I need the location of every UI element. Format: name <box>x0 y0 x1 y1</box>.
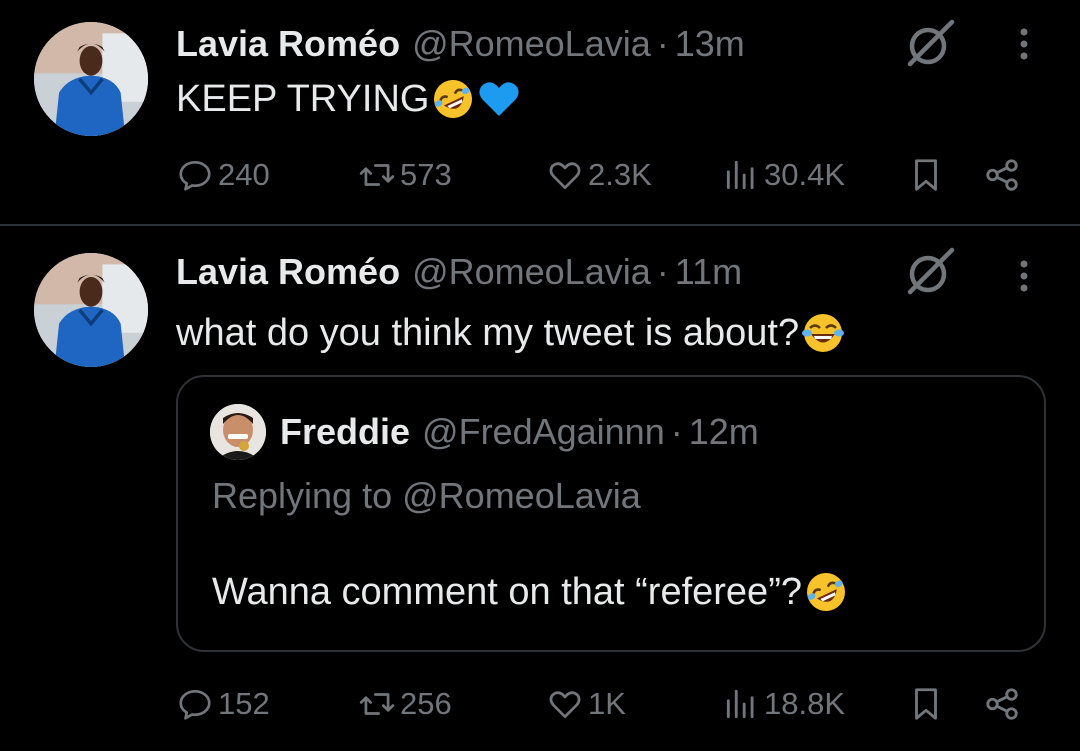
tweet-header: Lavia Roméo @RomeoLavia · 13m <box>176 20 745 68</box>
author-name[interactable]: Lavia Roméo <box>176 251 400 293</box>
replying-mention[interactable]: @RomeoLavia <box>402 475 641 516</box>
separator: · <box>656 23 669 64</box>
tweet-body: KEEP TRYING <box>176 77 430 120</box>
like-button[interactable]: 2.3K <box>546 150 652 200</box>
more-options-icon[interactable] <box>1004 22 1044 66</box>
rolling-laughing-emoji-icon <box>434 80 473 118</box>
views-button[interactable]: 30.4K <box>722 150 845 200</box>
timestamp[interactable]: 13m <box>675 23 745 65</box>
reply-button[interactable]: 240 <box>176 150 270 200</box>
tweet-header: Lavia Roméo @RomeoLavia · 11m <box>176 248 742 296</box>
tears-of-joy-emoji-icon <box>802 314 845 352</box>
quoted-timestamp: 12m <box>688 411 759 452</box>
share-button[interactable] <box>983 679 1021 729</box>
tweet-text: what do you think my tweet is about? <box>176 308 845 358</box>
more-options-icon[interactable] <box>1004 254 1044 298</box>
view-count: 30.4K <box>764 157 846 192</box>
blue-heart-emoji-icon <box>479 82 520 116</box>
author-handle[interactable]: @RomeoLavia <box>412 251 651 293</box>
views-button[interactable]: 18.8K <box>722 679 845 729</box>
author-handle[interactable]: @RomeoLavia <box>412 23 651 65</box>
quoted-tweet[interactable]: Freddie @FredAgainnn · 12m Replying to @… <box>176 375 1046 652</box>
views-chart-icon <box>726 689 754 719</box>
replying-prefix: Replying to <box>212 475 393 516</box>
timestamp[interactable]: 11m <box>675 251 742 293</box>
heart-icon <box>549 162 581 190</box>
repost-button[interactable]: 573 <box>358 150 452 200</box>
avatar[interactable] <box>34 22 148 136</box>
quoted-body: Wanna comment on that “referee”? <box>212 570 802 613</box>
tweet-actions: 152 256 1K 18.8K <box>0 679 1080 729</box>
tweet-text: KEEP TRYING <box>176 74 521 124</box>
repost-count: 256 <box>400 686 452 721</box>
like-count: 1K <box>588 686 626 721</box>
separator: · <box>670 411 683 452</box>
bookmark-icon <box>915 688 937 720</box>
reply-count: 152 <box>218 686 270 721</box>
share-icon <box>986 159 1018 191</box>
avatar[interactable] <box>34 253 148 367</box>
reply-icon <box>179 160 211 191</box>
repost-count: 573 <box>400 157 452 192</box>
grok-icon[interactable] <box>902 16 958 72</box>
grok-icon[interactable] <box>902 244 958 300</box>
quoted-header: Freddie @FredAgainnn · 12m <box>280 407 759 457</box>
like-button[interactable]: 1K <box>546 679 626 729</box>
quoted-text: Wanna comment on that “referee”? <box>212 567 848 617</box>
tweet[interactable]: Lavia Roméo @RomeoLavia · 13m KEEP TRYIN… <box>0 0 1080 224</box>
view-count: 18.8K <box>764 686 846 721</box>
rolling-laughing-emoji-icon <box>806 573 845 611</box>
quoted-avatar-image <box>210 404 266 460</box>
bookmark-button[interactable] <box>907 150 945 200</box>
avatar-image <box>34 253 148 367</box>
author-name[interactable]: Lavia Roméo <box>176 23 400 65</box>
tweet[interactable]: Lavia Roméo @RomeoLavia · 11m what do yo… <box>0 226 1080 751</box>
like-count: 2.3K <box>588 157 652 192</box>
heart-icon <box>549 691 581 719</box>
quoted-author-handle[interactable]: @FredAgainnn <box>422 411 665 453</box>
repost-icon <box>359 164 395 186</box>
avatar-image <box>34 22 148 136</box>
bookmark-icon <box>915 159 937 191</box>
reply-button[interactable]: 152 <box>176 679 270 729</box>
bookmark-button[interactable] <box>907 679 945 729</box>
replying-to: Replying to @RomeoLavia <box>212 475 641 517</box>
tweet-actions: 240 573 2.3K 30.4K <box>0 150 1080 200</box>
share-icon <box>986 688 1018 720</box>
reply-count: 240 <box>218 157 270 192</box>
share-button[interactable] <box>983 150 1021 200</box>
separator: · <box>656 251 669 292</box>
repost-icon <box>359 693 395 715</box>
views-chart-icon <box>726 160 754 190</box>
reply-icon <box>179 689 211 720</box>
tweet-body: what do you think my tweet is about? <box>176 311 800 354</box>
quoted-author-name[interactable]: Freddie <box>280 411 410 453</box>
quoted-avatar[interactable] <box>210 404 266 460</box>
repost-button[interactable]: 256 <box>358 679 452 729</box>
